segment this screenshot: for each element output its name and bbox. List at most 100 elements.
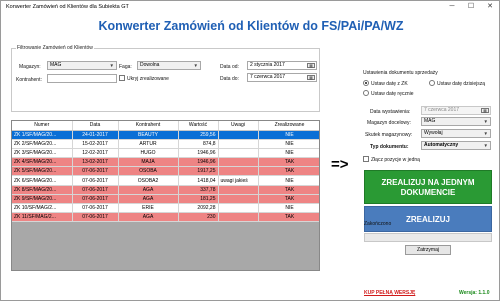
table-cell: OSOBA2 — [118, 175, 179, 186]
column-header[interactable]: Uwagi — [218, 121, 259, 131]
table-cell — [218, 212, 259, 223]
realize-one-document-button[interactable]: ZREALIZUJ NA JEDNYM DOKUMENCIE — [364, 170, 492, 204]
table-cell: 15-02-2017 — [72, 139, 119, 149]
table-cell: 181,25 — [178, 194, 219, 205]
page-title: Konwerter Zamówień od Klientów do FS/PAi… — [98, 19, 404, 33]
magazyn-docelowy-label: Magazyn docelowy: — [367, 120, 411, 126]
skutek-select[interactable]: Wywołaj ▼ — [421, 129, 491, 138]
scal-label: Złącz pozycje w jedną — [371, 157, 420, 163]
orders-table[interactable]: Numer Data Kontrahent Wartość Uwagi Zrealizow… — [11, 120, 320, 271]
calendar-icon[interactable]: ▦ — [307, 63, 315, 68]
calendar-icon[interactable]: ▦ — [307, 75, 315, 80]
table-cell: 07-06-2017 — [72, 203, 119, 214]
kontrahent-input[interactable] — [47, 74, 117, 83]
table-cell: ZK 11/SF/MAG/2... — [12, 212, 73, 223]
column-header[interactable]: Wartość — [178, 121, 219, 131]
faga-select[interactable]: Dowolna ▼ — [137, 61, 201, 70]
table-cell — [218, 139, 259, 149]
buy-full-version-link[interactable]: KUP PEŁNĄ WERSJĘ — [364, 290, 415, 296]
table-cell: 12-02-2017 — [72, 148, 119, 159]
radio-date-zk[interactable] — [363, 80, 369, 86]
magazyn-docelowy-value: MAG — [424, 118, 436, 124]
table-cell: OSOBA — [118, 166, 179, 177]
minimize-icon[interactable]: ─ — [445, 2, 459, 12]
table-cell — [218, 130, 259, 140]
column-header[interactable]: Kontrahent — [118, 121, 179, 131]
table-row[interactable]: ZK 4/SF/MAG/20... 13-02-2017 MAJA 1946,96 TA… — [12, 157, 319, 168]
table-cell: 1917,25 — [178, 166, 219, 177]
data-od-label: Data od: — [220, 64, 239, 70]
table-cell: TAK — [258, 185, 319, 195]
radio-date-today[interactable] — [429, 80, 435, 86]
table-cell: 07-06-2017 — [72, 175, 119, 186]
table-row[interactable]: ZK 6/SF/MAG/20... 07-06-2017 OSOBA2 1418,04… — [12, 175, 319, 186]
ukryj-label: Ukryj zrealizowane — [127, 76, 169, 82]
radio-date-today-label: Ustaw datę dzisiejszą — [437, 81, 486, 87]
magazyn-docelowy-select[interactable]: MAG ▼ — [421, 117, 491, 126]
scal-checkbox[interactable] — [363, 156, 369, 162]
table-row[interactable]: ZK 3/SF/MAG/20... 12-02-2017 HUGO 1946,96 NI… — [12, 148, 319, 159]
maximize-icon[interactable]: ☐ — [464, 2, 478, 12]
status-label: Zakończono — [364, 221, 392, 227]
table-cell: NIE — [258, 175, 319, 186]
calendar-icon[interactable]: ▦ — [481, 108, 489, 113]
stop-button[interactable]: Zatrzymaj — [405, 245, 451, 255]
table-cell: 1946,96 — [178, 157, 219, 168]
magazyn-value: MAG — [50, 62, 62, 68]
table-cell: NIE — [258, 203, 319, 214]
table-cell: ZK 5/SF/MAG/20... — [12, 166, 73, 177]
table-cell: ZK 2/SF/MAG/20... — [12, 139, 73, 149]
table-cell: TAK — [258, 212, 319, 223]
skutek-label: Skutek magazynowy: — [365, 132, 413, 138]
table-row[interactable]: ZK 5/SF/MAG/20... 07-06-2017 OSOBA 1917,25 T… — [12, 166, 319, 177]
table-cell — [218, 157, 259, 168]
table-cell: 230 — [178, 212, 219, 223]
table-row[interactable]: ZK 8/SF/MAG/20... 07-06-2017 AGA 337,78 TAK — [12, 185, 319, 195]
table-cell: AGA — [118, 212, 179, 223]
close-icon[interactable]: ✕ — [483, 2, 497, 12]
magazyn-select[interactable]: MAG ▼ — [47, 61, 117, 70]
table-cell: NIE — [258, 130, 319, 140]
convert-arrow: => — [331, 156, 349, 173]
typ-label: Typ dokumentu: — [370, 144, 409, 150]
table-cell: MAJA — [118, 157, 179, 168]
chevron-down-icon: ▼ — [483, 143, 488, 148]
ukryj-checkbox[interactable] — [119, 75, 125, 81]
table-row[interactable]: ZK 2/SF/MAG/20... 15-02-2017 ARTUR 874,8 NIE — [12, 139, 319, 149]
table-row[interactable]: ZK 1/SF/MAG/20... 24-01-2017 BEAUTY 259,56 N… — [12, 130, 319, 140]
settings-group-label: Ustawienia dokumentu sprzedaży — [363, 70, 438, 76]
filter-group-label: Filtrowanie Zamówień od Klientów — [16, 45, 94, 51]
table-cell: AGA — [118, 194, 179, 205]
table-cell: 337,78 — [178, 185, 219, 195]
typ-select[interactable]: Automatyczny ▼ — [421, 141, 491, 150]
data-do-picker[interactable]: 7 czerwca 2017 ▦ — [247, 73, 317, 82]
radio-date-zk-label: Ustaw datę z ZK — [371, 81, 408, 87]
radio-date-manual[interactable] — [363, 90, 369, 96]
table-row[interactable]: ZK 11/SF/MAG/2... 07-06-2017 AGA 230 TAK — [12, 212, 319, 223]
table-row[interactable]: ZK 9/SF/MAG/20... 07-06-2017 AGA 181,25 TAK — [12, 194, 319, 205]
column-header[interactable]: Numer — [12, 121, 73, 131]
table-cell: 07-06-2017 — [72, 185, 119, 195]
realize-button[interactable]: ZREALIZUJ — [364, 206, 492, 232]
table-cell: 07-06-2017 — [72, 194, 119, 205]
progress-bar — [364, 233, 492, 242]
table-cell: ZK 4/SF/MAG/20... — [12, 157, 73, 168]
realize-one-line1: ZREALIZUJ NA JEDNYM — [381, 178, 475, 187]
table-cell: HUGO — [118, 148, 179, 159]
magazyn-label: Magazyn: — [19, 64, 41, 70]
data-od-picker[interactable]: 2 stycznia 2017 ▦ — [247, 61, 317, 70]
chevron-down-icon: ▼ — [193, 63, 198, 68]
table-cell — [218, 185, 259, 195]
table-cell: 1946,96 — [178, 148, 219, 159]
table-cell: 874,8 — [178, 139, 219, 149]
table-row[interactable]: ZK 10/SF/MAG/2... 07-06-2017 ERIE 2092,28 NI… — [12, 203, 319, 214]
data-wystawienia-picker[interactable]: 7 czerwca 2017 ▦ — [421, 106, 491, 115]
table-cell: 07-06-2017 — [72, 166, 119, 177]
table-cell: 13-02-2017 — [72, 157, 119, 168]
column-header[interactable]: Data — [72, 121, 119, 131]
table-cell: ZK 1/SF/MAG/20... — [12, 130, 73, 140]
kontrahent-label: Kontrahent: — [16, 77, 42, 83]
column-header[interactable]: Zrealizowane — [258, 121, 319, 131]
table-cell: ZK 10/SF/MAG/2... — [12, 203, 73, 214]
table-cell: ZK 3/SF/MAG/20... — [12, 148, 73, 159]
